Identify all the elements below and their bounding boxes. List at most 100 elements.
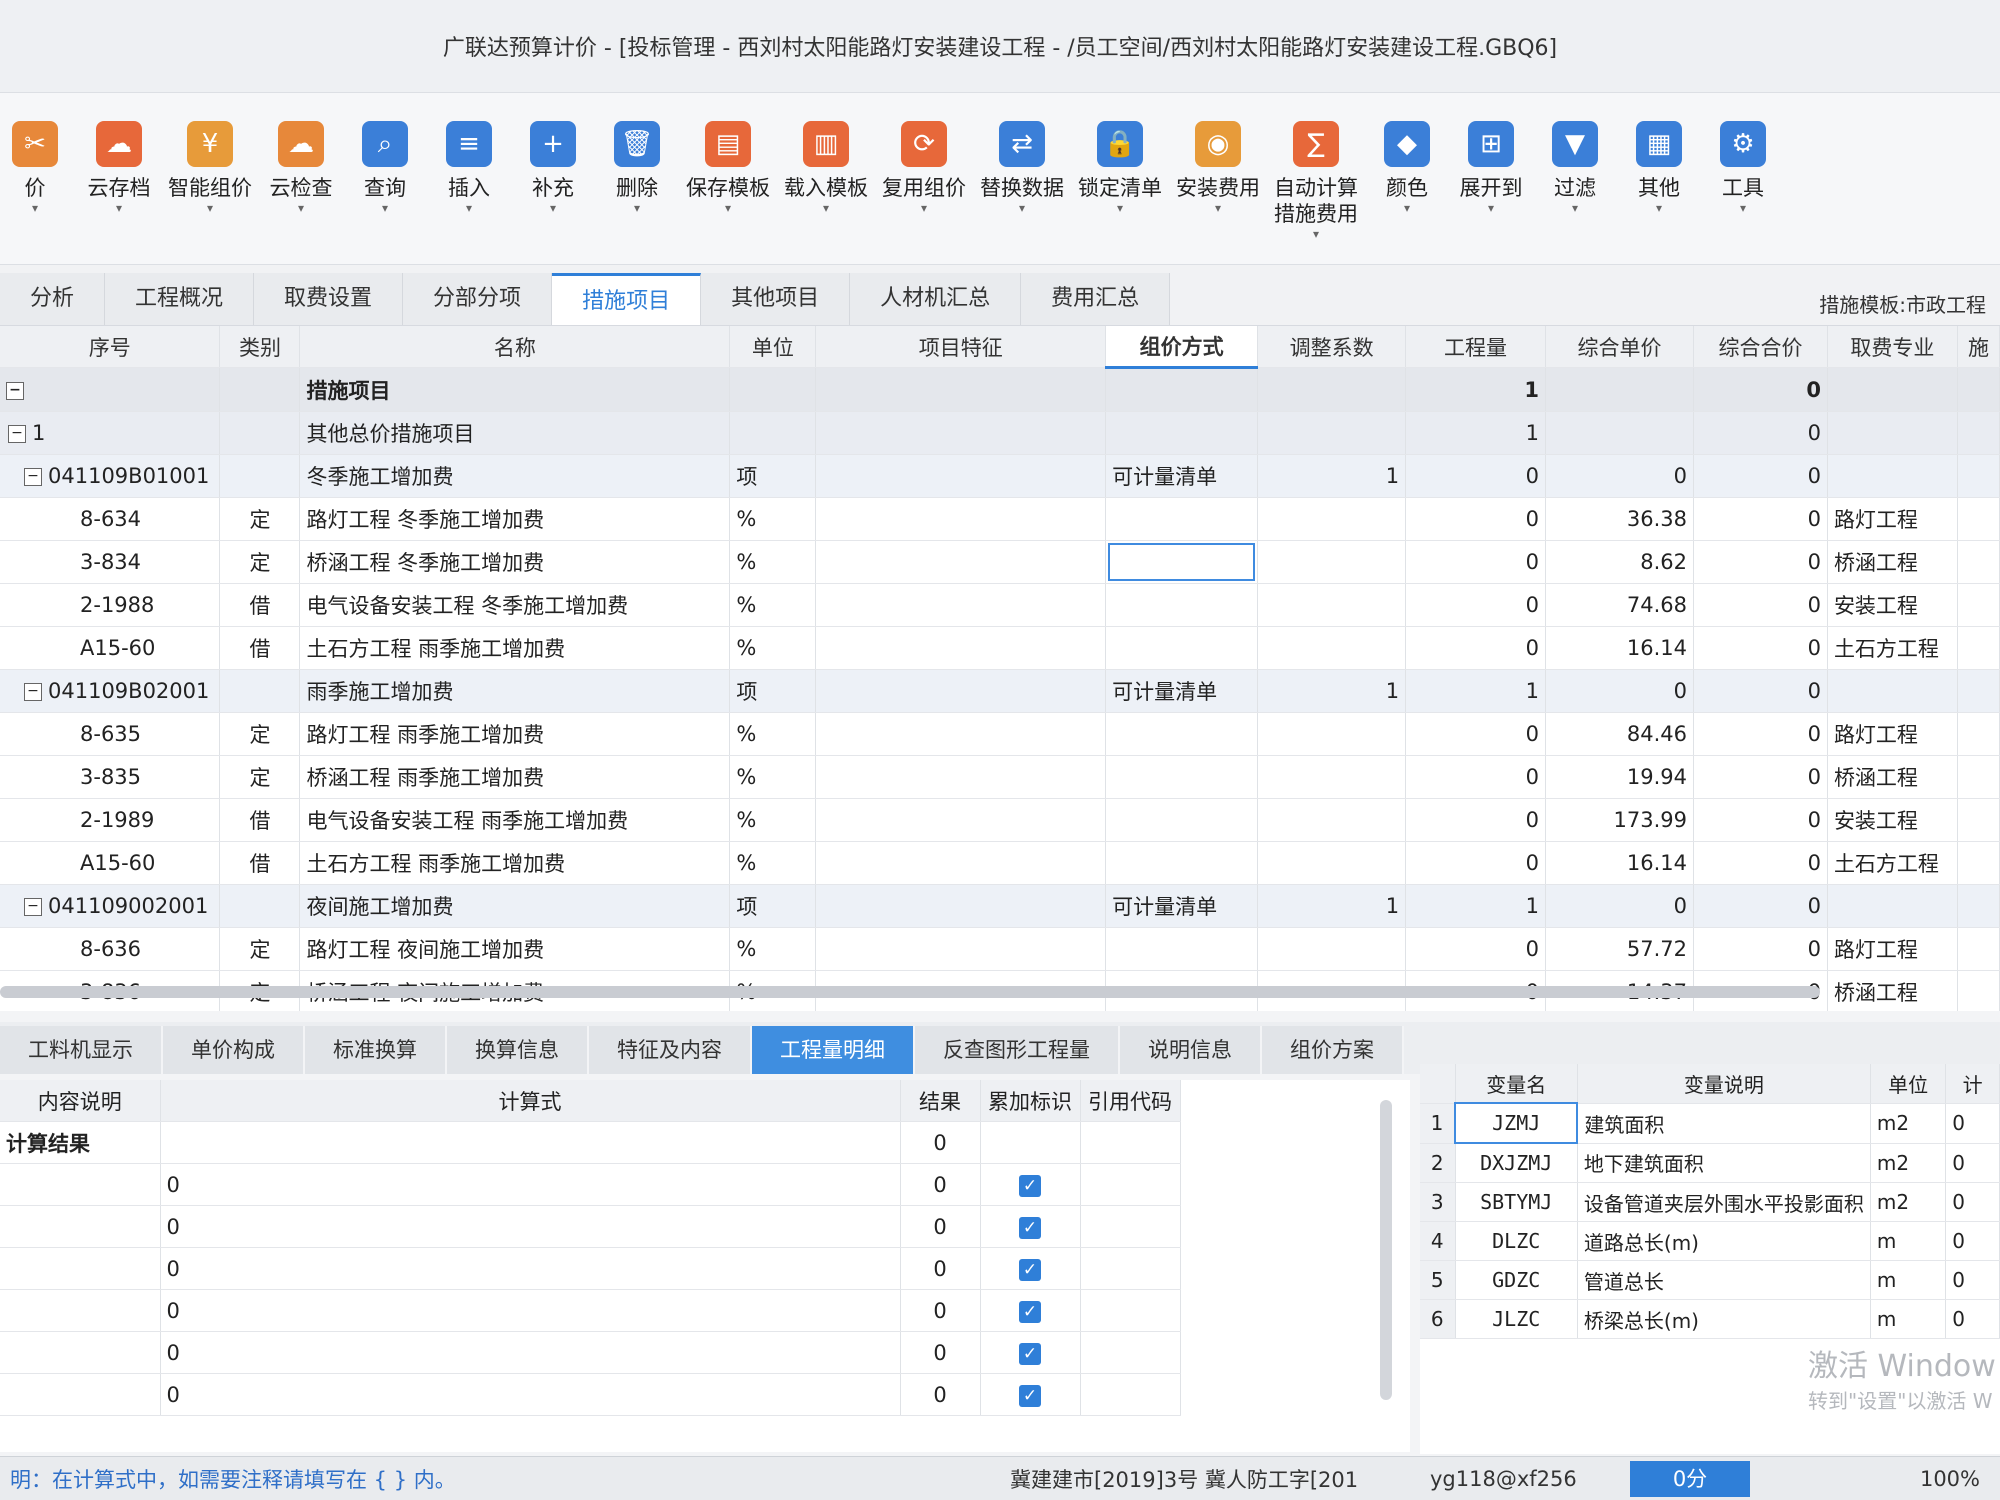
cell-seq[interactable]: 8-634	[0, 497, 221, 541]
cell-feat[interactable]	[815, 540, 1107, 584]
cell-prof[interactable]: 安装工程	[1827, 798, 1958, 842]
variable-column-header[interactable]: 变量说明	[1577, 1064, 1871, 1104]
checkbox-checked-icon[interactable]: ✓	[1019, 1217, 1041, 1239]
cell-unit[interactable]: %	[729, 497, 817, 541]
toolbar-button-9[interactable]: ▥ 载入模板 ▾	[784, 121, 868, 215]
cell-qty[interactable]: 0	[1405, 540, 1547, 584]
cell-accumulate[interactable]: ✓	[980, 1247, 1081, 1290]
cell-total[interactable]: 0	[1693, 367, 1828, 412]
table-row[interactable]: 0 0 ✓	[0, 1289, 1181, 1332]
bottom-tab-2[interactable]: 标准换算	[305, 1026, 447, 1074]
tab-3[interactable]: 分部分项	[403, 273, 553, 325]
variable-name[interactable]: SBTYMJ	[1455, 1182, 1578, 1222]
table-row[interactable]: 3-835 定 桥涵工程 雨季施工增加费% 0 19.94 0 桥涵工程	[0, 755, 2000, 799]
cell-seq[interactable]: 2-1988	[0, 583, 221, 627]
cell-unit[interactable]: %	[729, 583, 817, 627]
cell-total[interactable]: 0	[1693, 411, 1828, 455]
cell-price[interactable]	[1545, 411, 1694, 455]
table-row[interactable]: 0 0 ✓	[0, 1331, 1181, 1374]
vertical-scrollbar[interactable]	[1380, 1100, 1392, 1400]
toolbar-button-11[interactable]: ⇄ 替换数据 ▾	[980, 121, 1064, 215]
cell-seq[interactable]: −	[0, 367, 221, 412]
cell-price[interactable]: 173.99	[1545, 798, 1694, 842]
bottom-tab-1[interactable]: 单价构成	[163, 1026, 305, 1074]
cell-cat[interactable]: 借	[219, 583, 301, 627]
cell-desc[interactable]	[0, 1205, 161, 1248]
table-row[interactable]: 0 0 ✓	[0, 1247, 1181, 1290]
cell-prof[interactable]: 土石方工程	[1827, 626, 1958, 670]
cell-seq[interactable]: −1	[0, 411, 221, 455]
cell-desc[interactable]	[0, 1163, 161, 1206]
cell-method[interactable]: 可计量清单	[1105, 884, 1259, 928]
variable-name[interactable]: JZMJ	[1454, 1102, 1579, 1144]
cell-prof[interactable]: 桥涵工程	[1827, 540, 1958, 584]
cell-cat[interactable]: 借	[219, 626, 301, 670]
toolbar-button-14[interactable]: ∑ 自动计算 措施费用 ▾	[1274, 121, 1358, 241]
cell-feat[interactable]	[815, 927, 1107, 971]
column-header[interactable]: 施	[1957, 326, 2000, 368]
cell-cat[interactable]: 定	[219, 712, 301, 756]
cell-unit[interactable]: %	[729, 540, 817, 584]
cell-seq[interactable]: −041109002001	[0, 884, 221, 928]
cell-method[interactable]	[1105, 841, 1259, 885]
cell-total[interactable]: 0	[1693, 884, 1828, 928]
cell-price[interactable]: 74.68	[1545, 583, 1694, 627]
cell-ref[interactable]	[1080, 1247, 1181, 1290]
cell-price[interactable]: 16.14	[1545, 626, 1694, 670]
cell-name[interactable]: 电气设备安装工程 雨季施工增加费	[299, 798, 731, 842]
cell-total[interactable]: 0	[1693, 669, 1828, 713]
toolbar-button-5[interactable]: ≡ 插入 ▾	[434, 121, 504, 215]
cell-method[interactable]	[1105, 712, 1259, 756]
cell-method[interactable]	[1105, 583, 1259, 627]
toolbar-button-13[interactable]: ◉ 安装费用 ▾	[1176, 121, 1260, 215]
cell-coef[interactable]: 1	[1257, 884, 1407, 928]
checkbox-checked-icon[interactable]: ✓	[1019, 1175, 1041, 1197]
table-row[interactable]: A15-60 借 土石方工程 雨季施工增加费% 0 16.14 0 土石方工程	[0, 626, 2000, 670]
cell-qty[interactable]: 0	[1405, 583, 1547, 627]
cell-name[interactable]: 措施项目	[299, 367, 731, 412]
toolbar-button-8[interactable]: ▤ 保存模板 ▾	[686, 121, 770, 215]
cell-name[interactable]: 桥涵工程 冬季施工增加费	[299, 540, 731, 584]
cell-formula[interactable]: 0	[160, 1331, 901, 1374]
cell-qty[interactable]: 1	[1405, 411, 1547, 455]
cell-cat[interactable]: 借	[219, 798, 301, 842]
column-header[interactable]: 组价方式	[1105, 326, 1259, 369]
status-score[interactable]: 0分	[1630, 1461, 1750, 1497]
cell-seq[interactable]: −041109B02001	[0, 669, 221, 713]
cell-cat[interactable]: 定	[219, 540, 301, 584]
column-header[interactable]: 类别	[219, 326, 301, 368]
variable-desc[interactable]: 地下建筑面积	[1577, 1143, 1871, 1183]
cell-unit[interactable]: 项	[729, 669, 817, 713]
column-header[interactable]: 综合合价	[1693, 326, 1828, 368]
detail-column-header[interactable]: 内容说明	[0, 1080, 161, 1122]
variable-desc[interactable]: 管道总长	[1577, 1260, 1871, 1300]
toolbar-button-18[interactable]: ▦ 其他 ▾	[1624, 121, 1694, 215]
cell-seq[interactable]: 3-835	[0, 755, 221, 799]
table-row[interactable]: 8-636 定 路灯工程 夜间施工增加费% 0 57.72 0 路灯工程	[0, 927, 2000, 971]
cell-coef[interactable]	[1257, 367, 1407, 412]
cell-price[interactable]: 0	[1545, 669, 1694, 713]
table-row[interactable]: A15-60 借 土石方工程 雨季施工增加费% 0 16.14 0 土石方工程	[0, 841, 2000, 885]
checkbox-checked-icon[interactable]: ✓	[1019, 1301, 1041, 1323]
cell-feat[interactable]	[815, 712, 1107, 756]
cell-unit[interactable]: %	[729, 841, 817, 885]
cell-unit[interactable]: %	[729, 798, 817, 842]
cell-prof[interactable]: 路灯工程	[1827, 712, 1958, 756]
cell-name[interactable]: 路灯工程 雨季施工增加费	[299, 712, 731, 756]
column-header[interactable]: 综合单价	[1545, 326, 1694, 368]
toolbar-button-10[interactable]: ⟳ 复用组价 ▾	[882, 121, 966, 215]
column-header[interactable]: 取费专业	[1827, 326, 1958, 368]
cell-formula[interactable]: 0	[160, 1163, 901, 1206]
cell-feat[interactable]	[815, 798, 1107, 842]
cell-formula[interactable]: 0	[160, 1373, 901, 1416]
cell-total[interactable]: 0	[1693, 626, 1828, 670]
variable-desc[interactable]: 建筑面积	[1577, 1103, 1871, 1144]
variable-name[interactable]: DLZC	[1455, 1221, 1578, 1261]
horizontal-scrollbar[interactable]	[0, 986, 1820, 998]
cell-accumulate[interactable]: ✓	[980, 1289, 1081, 1332]
table-row[interactable]: 5 GDZC 管道总长 m 0	[1420, 1260, 2000, 1300]
cell-cat[interactable]	[219, 367, 301, 412]
table-row[interactable]: 0 0 ✓	[0, 1205, 1181, 1248]
table-row[interactable]: −041109B02001 雨季施工增加费 项 可计量清单 1 1 0 0	[0, 669, 2000, 713]
cell-name[interactable]: 冬季施工增加费	[299, 454, 731, 498]
